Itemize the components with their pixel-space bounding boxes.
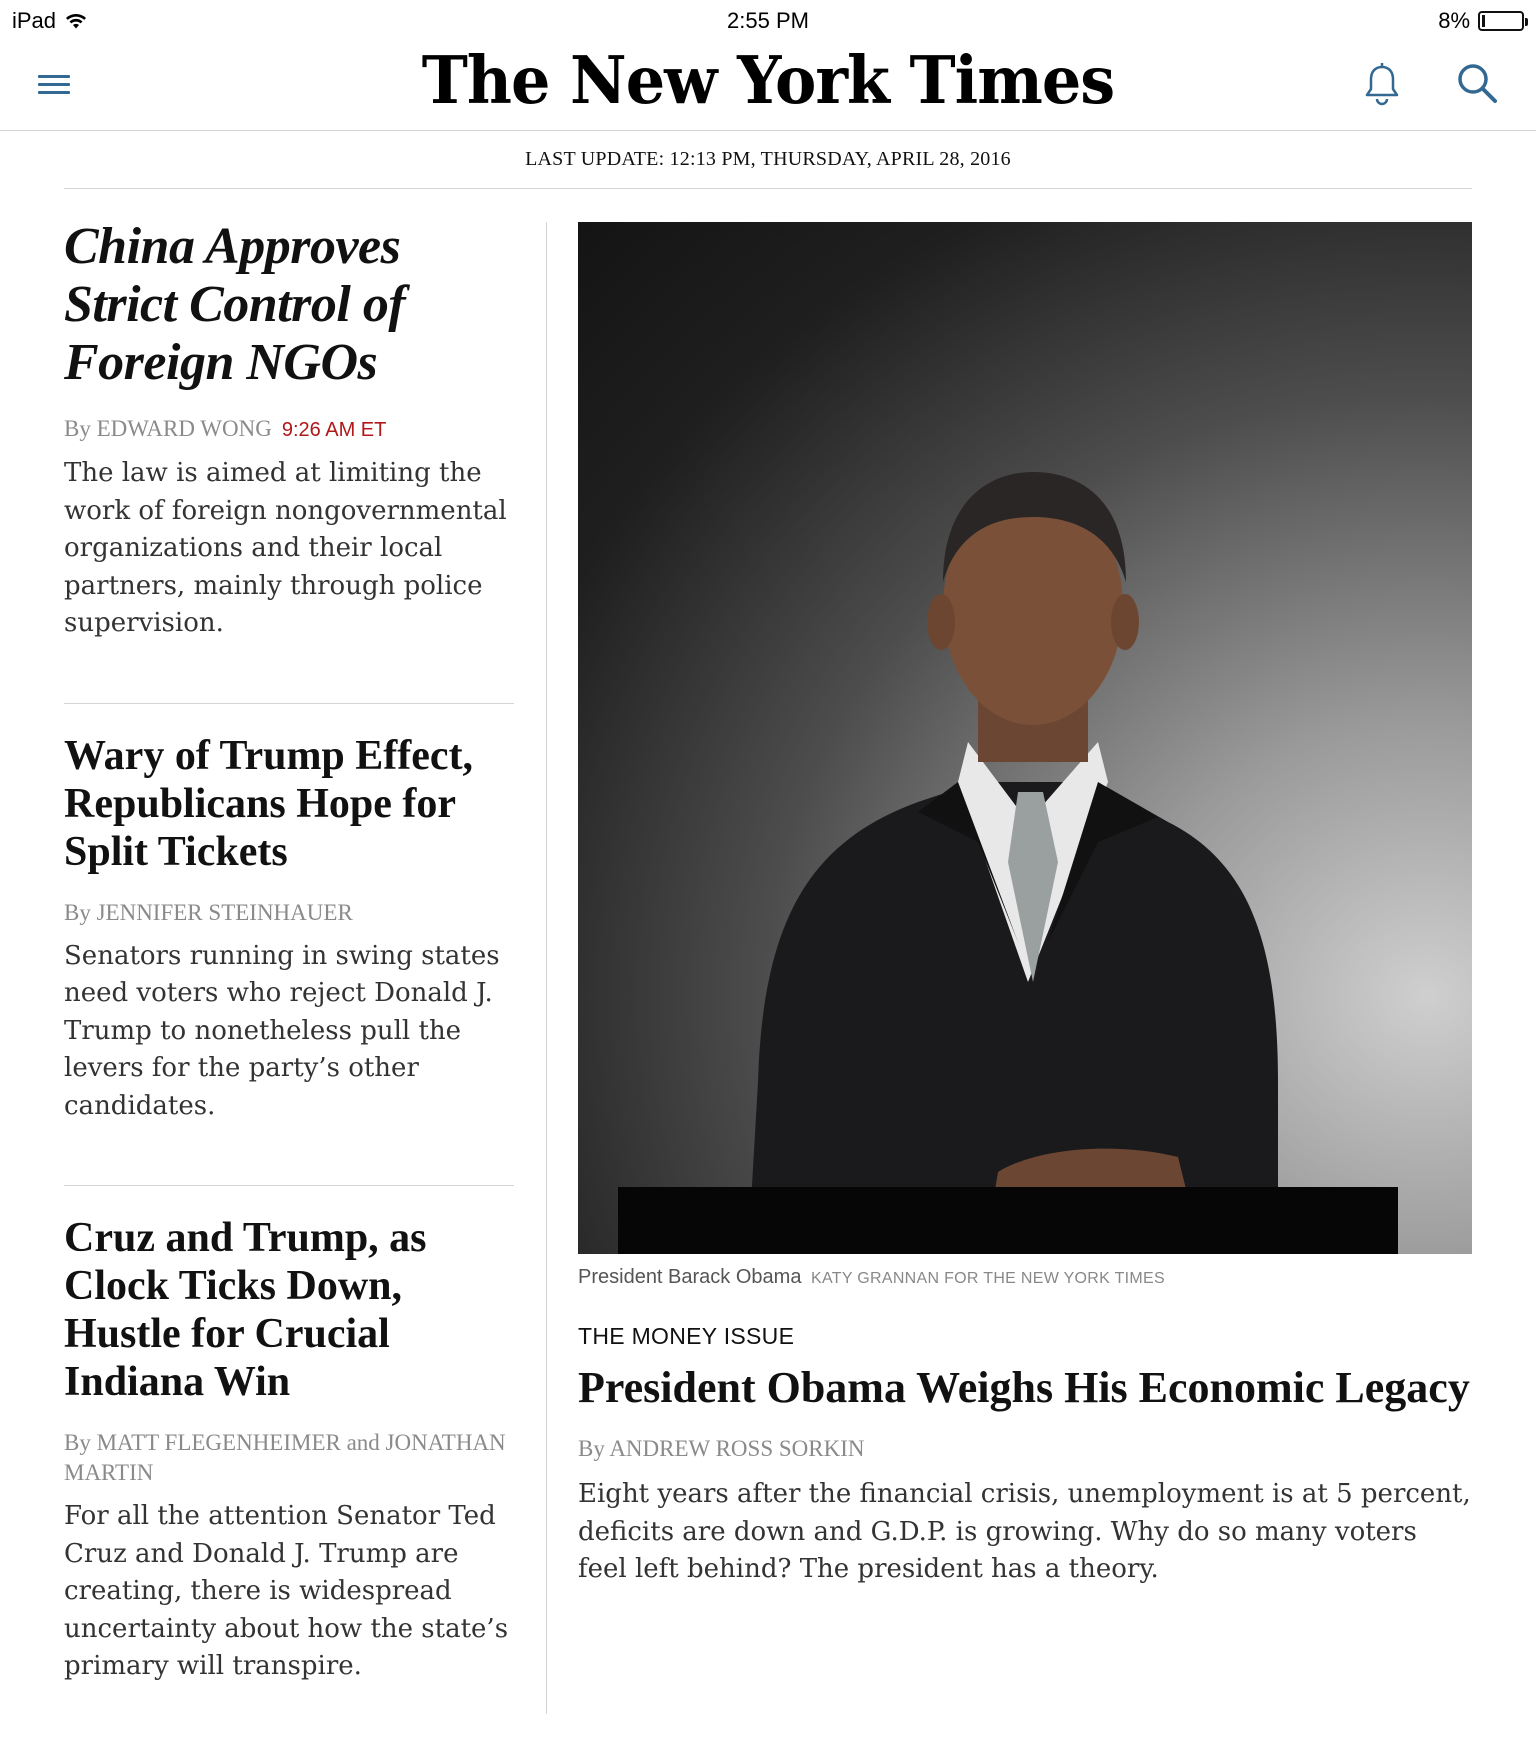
bell-icon[interactable] <box>1362 62 1402 108</box>
byline-text: By EDWARD WONG <box>64 416 272 441</box>
story-headline[interactable]: Cruz and Trump, as Clock Ticks Down, Hus… <box>64 1214 514 1406</box>
story-byline: By EDWARD WONG 9:26 AM ET <box>64 414 514 445</box>
section-kicker[interactable]: THE MONEY ISSUE <box>578 1323 1472 1350</box>
status-bar: iPad 2:55 PM 8% <box>0 0 1536 40</box>
story-headline[interactable]: China Approves Strict Control of Foreign… <box>64 218 514 392</box>
story-summary: For all the attention Senator Ted Cruz a… <box>64 1501 509 1681</box>
lead-byline: By ANDREW ROSS SORKIN <box>578 1436 865 1461</box>
left-column: China Approves Strict Control of Foreign… <box>64 190 514 1686</box>
search-icon[interactable] <box>1456 62 1498 104</box>
last-update: LAST UPDATE: 12:13 PM, THURSDAY, APRIL 2… <box>64 130 1472 189</box>
portrait-figure <box>618 472 1398 1254</box>
caption-text: President Barack Obama <box>578 1266 802 1288</box>
column-divider <box>546 222 547 1714</box>
timestamp: 9:26 AM ET <box>281 419 387 441</box>
nyt-logo[interactable]: The New York Times <box>0 42 1536 119</box>
lead-photo[interactable] <box>578 222 1472 1254</box>
battery-percent: 8% <box>1438 8 1470 33</box>
lead-summary: Eight years after the financial crisis, … <box>578 1479 1471 1584</box>
story-trump-effect[interactable]: Wary of Trump Effect, Republicans Hope f… <box>64 704 514 1186</box>
lead-story[interactable]: President Barack Obama KATY GRANNAN FOR … <box>578 222 1472 1589</box>
story-china-ngos[interactable]: China Approves Strict Control of Foreign… <box>64 190 514 704</box>
story-byline: By JENNIFER STEINHAUER <box>64 899 353 925</box>
photo-credit: KATY GRANNAN FOR THE NEW YORK TIMES <box>811 1270 1165 1287</box>
story-cruz-trump-indiana[interactable]: Cruz and Trump, as Clock Ticks Down, Hus… <box>64 1186 514 1686</box>
status-time: 2:55 PM <box>727 8 809 33</box>
status-right: 8% <box>1438 8 1528 34</box>
lead-headline[interactable]: President Obama Weighs His Economic Lega… <box>578 1362 1472 1414</box>
story-byline: By MATT FLEGENHEIMER and JONATHAN MARTIN <box>64 1430 506 1485</box>
photo-caption: President Barack Obama KATY GRANNAN FOR … <box>578 1266 1472 1289</box>
story-headline[interactable]: Wary of Trump Effect, Republicans Hope f… <box>64 732 514 876</box>
nav-bar: The New York Times <box>0 40 1536 131</box>
story-summary: The law is aimed at limiting the work of… <box>64 458 507 638</box>
story-summary: Senators running in swing states need vo… <box>64 940 500 1121</box>
battery-icon <box>1478 11 1528 31</box>
